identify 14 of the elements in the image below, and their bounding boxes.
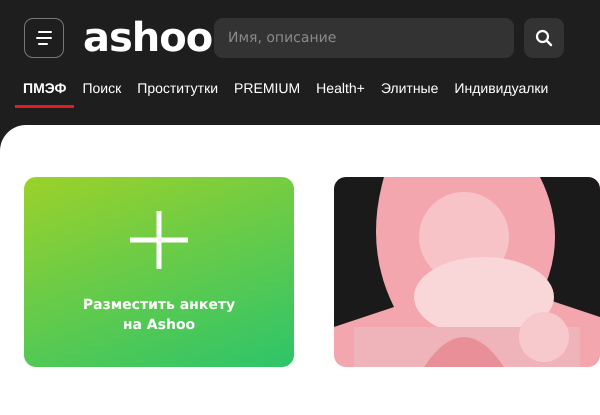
nav-tab[interactable]: ПМЭФ [15, 80, 74, 108]
plus-icon [128, 209, 190, 271]
nav-tab[interactable]: Индивидуалки [446, 80, 556, 108]
nav-tab[interactable]: Поиск [74, 80, 130, 108]
search-button[interactable] [524, 18, 564, 58]
logo[interactable]: ashoo [83, 18, 214, 58]
search-icon [535, 29, 553, 47]
nav-tab[interactable]: Проститутки [129, 80, 226, 108]
menu-button[interactable] [24, 18, 64, 58]
search-field[interactable]: Имя, описание [214, 18, 514, 58]
nav-tab[interactable]: Health+ [308, 80, 373, 108]
menu-icon [35, 31, 53, 45]
nav-tab[interactable]: Элитные [372, 80, 446, 108]
nav-tab[interactable]: PREMIUM [226, 80, 308, 108]
